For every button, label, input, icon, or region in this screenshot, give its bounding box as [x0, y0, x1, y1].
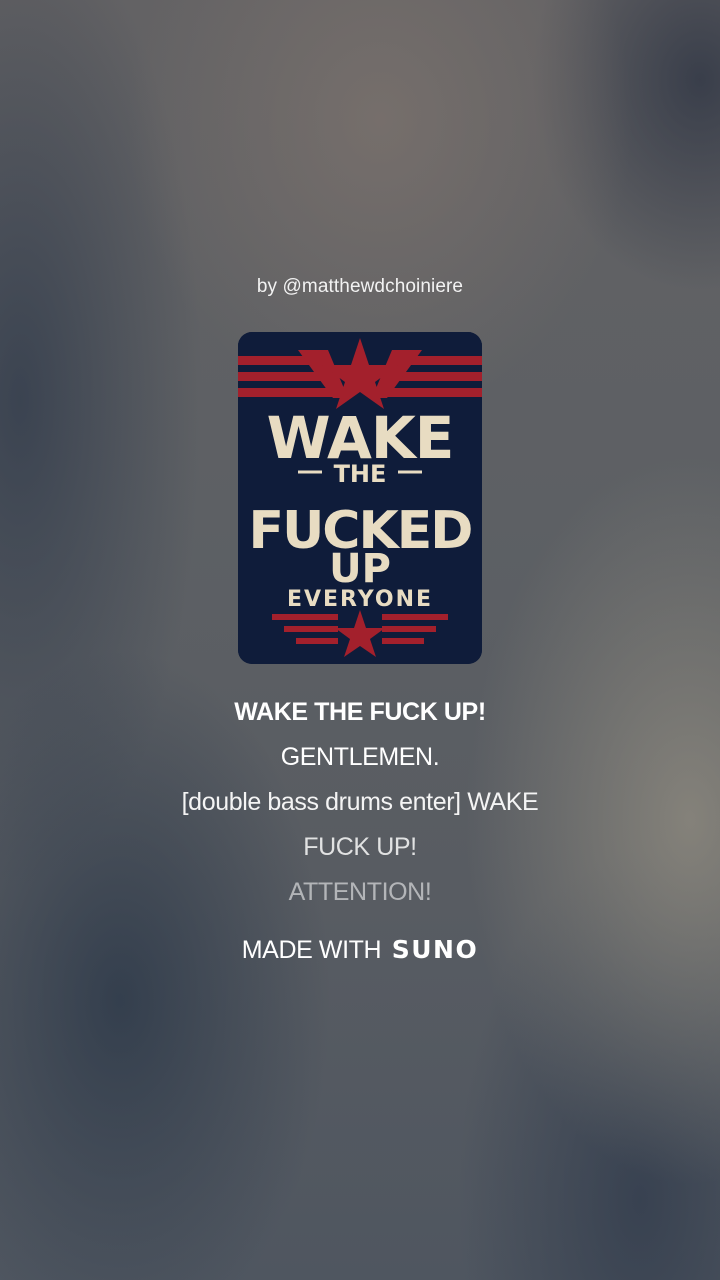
lyric-line-current: WAKE THE FUCK UP! [234, 698, 486, 726]
made-with-prefix: MADE WITH [241, 936, 382, 964]
cover-title-the: THE [334, 460, 387, 488]
cover-artwork: WAKE THE FUCKED UP EVERYONE [238, 332, 482, 664]
made-with-badge[interactable]: MADE WITH SUNO [0, 935, 720, 965]
artist-byline[interactable]: by @matthewdchoiniere [0, 276, 720, 298]
lyric-line: [double bass drums enter] WAKE [181, 788, 539, 816]
lyric-line: GENTLEMEN. [280, 743, 440, 771]
cover-title-everyone: EVERYONE [287, 587, 433, 612]
lyric-line: FUCK UP! [303, 833, 417, 861]
lyric-line: ATTENTION! [288, 878, 432, 906]
album-cover: WAKE THE FUCKED UP EVERYONE [238, 332, 482, 664]
suno-logo: SUNO [391, 935, 479, 964]
cover-title-up: UP [329, 546, 391, 592]
lyrics-panel: WAKE THE FUCK UP! GENTLEMEN. [double bas… [0, 690, 720, 915]
lyric-video-frame: by @matthewdchoiniere WAKE THE FUCKED UP… [0, 0, 720, 1280]
